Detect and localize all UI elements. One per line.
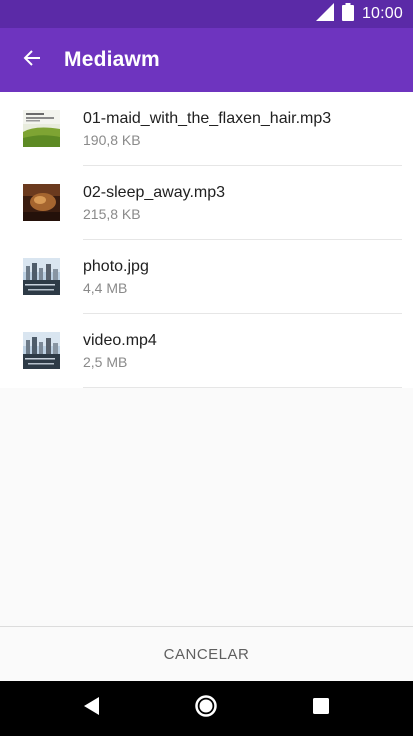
nav-back-button[interactable] — [64, 681, 120, 736]
file-size: 2,5 MB — [83, 354, 128, 370]
arrow-back-icon — [22, 48, 42, 73]
file-name: video.mp4 — [83, 332, 157, 349]
battery-icon — [341, 2, 354, 26]
file-text: video.mp4 2,5 MB — [83, 331, 157, 371]
page-title: Mediawm — [64, 48, 160, 71]
file-name: 02-sleep_away.mp3 — [83, 184, 226, 201]
file-size: 4,4 MB — [83, 280, 128, 296]
file-text: 02-sleep_away.mp3 215,8 KB — [83, 183, 225, 223]
album-art-thumbnail — [23, 184, 60, 221]
file-text: 01-maid_with_the_flaxen_hair.mp3 190,8 K… — [83, 109, 331, 149]
status-icons: 10:00 — [315, 2, 403, 26]
cancel-button[interactable]: CANCELAR — [152, 638, 262, 671]
file-list: 01-maid_with_the_flaxen_hair.mp3 190,8 K… — [0, 92, 413, 388]
divider — [83, 387, 402, 388]
list-item[interactable]: 01-maid_with_the_flaxen_hair.mp3 190,8 K… — [0, 92, 413, 166]
file-name: photo.jpg — [83, 258, 149, 275]
signal-icon — [315, 2, 334, 26]
back-triangle-icon — [83, 696, 101, 721]
system-nav-bar — [0, 681, 413, 736]
list-item[interactable]: 02-sleep_away.mp3 215,8 KB — [0, 166, 413, 240]
back-button[interactable] — [0, 28, 64, 92]
home-circle-icon — [194, 694, 218, 723]
app-bar: Mediawm — [0, 28, 413, 92]
album-art-thumbnail — [23, 110, 60, 147]
list-item[interactable]: photo.jpg 4,4 MB — [0, 240, 413, 314]
city-harbor-thumbnail — [23, 258, 60, 295]
bottom-action-bar: CANCELAR — [0, 626, 413, 682]
status-time: 10:00 — [361, 5, 403, 22]
nav-home-button[interactable] — [178, 681, 234, 736]
file-name: 01-maid_with_the_flaxen_hair.mp3 — [83, 110, 332, 127]
status-bar: 10:00 — [0, 0, 413, 28]
file-size: 190,8 KB — [83, 132, 141, 148]
file-text: photo.jpg 4,4 MB — [83, 257, 149, 297]
nav-recents-button[interactable] — [293, 681, 349, 736]
city-harbor-thumbnail — [23, 332, 60, 369]
file-size: 215,8 KB — [83, 206, 141, 222]
list-item[interactable]: video.mp4 2,5 MB — [0, 314, 413, 388]
recents-square-icon — [312, 697, 330, 720]
